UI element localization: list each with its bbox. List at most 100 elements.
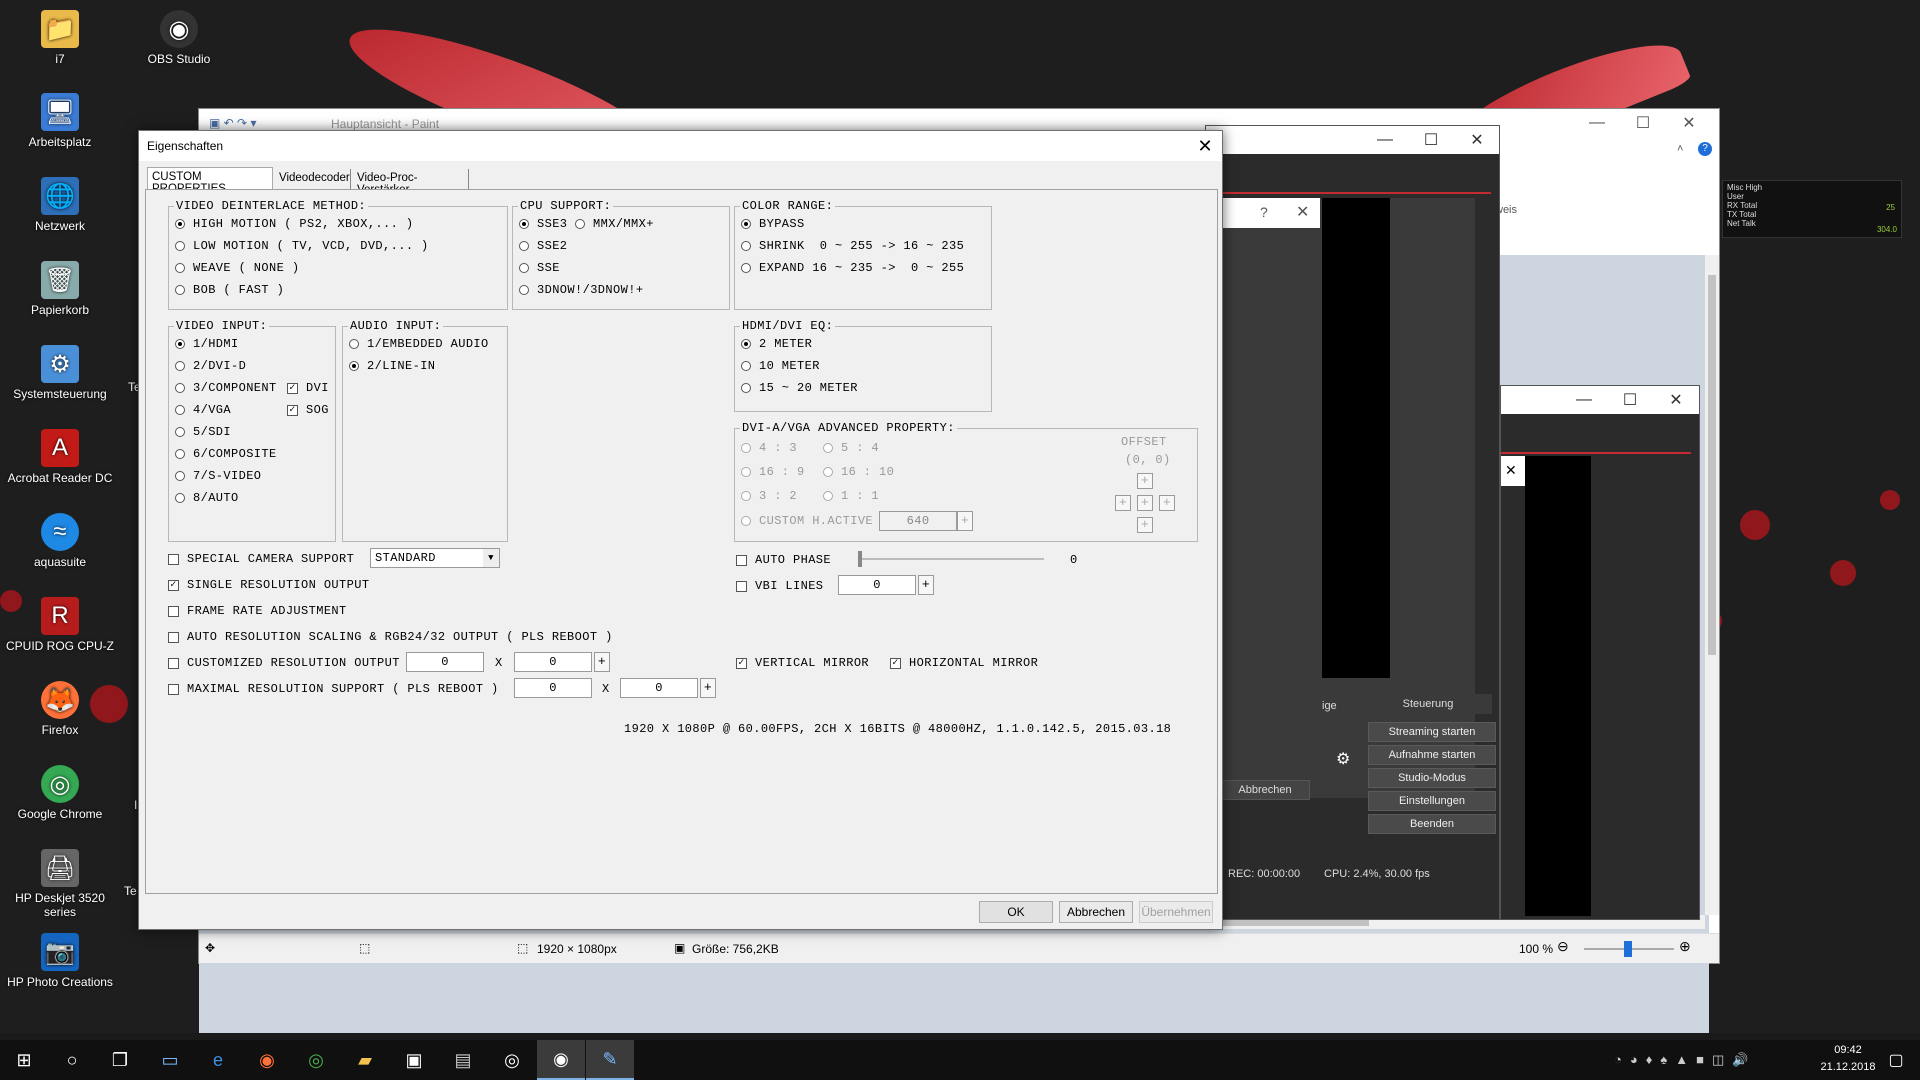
radio-10-meter[interactable]: 10 METER [741, 359, 820, 373]
tab-videodecoder[interactable]: Videodecoder [275, 169, 351, 189]
radio-sdi[interactable]: 5/SDI [175, 425, 231, 439]
auto-resolution-checkbox[interactable]: AUTO RESOLUTION SCALING & RGB24/32 OUTPU… [168, 630, 613, 644]
studio-mode-button[interactable]: Studio-Modus [1368, 768, 1496, 788]
maximize-icon[interactable]: ☐ [1408, 126, 1454, 154]
close-icon[interactable]: ✕ [1296, 202, 1309, 222]
chrome-icon[interactable]: ◎ [292, 1040, 340, 1080]
radio-line-in[interactable]: 2/LINE-IN [349, 359, 435, 373]
vbi-lines-input[interactable]: 0 [838, 575, 916, 595]
desktop-icon-arbeitsplatz[interactable]: 🖥 Arbeitsplatz [5, 93, 115, 149]
desktop-icon-chrome[interactable]: ◎ Google Chrome [5, 765, 115, 821]
radio-high-motion[interactable]: HIGH MOTION ( PS2, XBOX,... ) [175, 217, 413, 231]
desktop-icon-i7[interactable]: 📁 i7 [5, 10, 115, 66]
radio-component[interactable]: 3/COMPONENT [175, 381, 277, 395]
radio-3-2[interactable]: 3 : 2 [741, 489, 797, 503]
auto-phase-checkbox[interactable]: AUTO PHASE [736, 553, 831, 567]
tab-video-proc[interactable]: Video-Proc-Verstärker [353, 169, 469, 196]
edge-icon[interactable]: e [194, 1040, 242, 1080]
store-icon[interactable]: ▣ [390, 1040, 438, 1080]
clock-date[interactable]: 21.12.2018 [1818, 1061, 1878, 1073]
close-icon[interactable]: ✕ [1666, 109, 1712, 137]
special-camera-select[interactable]: STANDARD ▼ [370, 548, 500, 568]
desktop-icon-aquasuite[interactable]: ≈ aquasuite [5, 513, 115, 569]
save-icon[interactable]: ▣ ↶ ↷ ▾ [209, 116, 256, 130]
max-height-input[interactable]: 0 [620, 678, 698, 698]
windows-start-icon[interactable]: ⊞ [0, 1040, 48, 1080]
notifications-icon[interactable]: ▢ [1872, 1040, 1920, 1080]
radio-sse3[interactable]: SSE3 [519, 217, 567, 231]
radio-15-20-meter[interactable]: 15 ~ 20 METER [741, 381, 858, 395]
radio-shrink[interactable]: SHRINK 0 ~ 255 -> 16 ~ 235 [741, 239, 964, 253]
custom-height-input[interactable]: 0 [514, 652, 592, 672]
radio-s-video[interactable]: 7/S-VIDEO [175, 469, 261, 483]
offset-left-button[interactable]: + [1115, 495, 1131, 511]
radio-low-motion[interactable]: LOW MOTION ( TV, VCD, DVD,... ) [175, 239, 429, 253]
zoom-slider[interactable] [1584, 941, 1674, 957]
offset-down-button[interactable]: + [1137, 517, 1153, 533]
radio-bob[interactable]: BOB ( FAST ) [175, 283, 284, 297]
radio-16-10[interactable]: 16 : 10 [823, 465, 894, 479]
radio-4-3[interactable]: 4 : 3 [741, 441, 797, 455]
obs-window[interactable]: — ☐ ✕ ? ✕ ige Steuerung Streaming starte… [1205, 125, 1500, 920]
maximize-icon[interactable]: ☐ [1620, 109, 1666, 137]
plus-button[interactable]: + [918, 575, 934, 595]
radio-expand[interactable]: EXPAND 16 ~ 235 -> 0 ~ 255 [741, 261, 964, 275]
desktop-icon-obs[interactable]: ◉ OBS Studio [124, 10, 234, 66]
minimize-icon[interactable]: — [1362, 126, 1408, 154]
custom-h-active-input[interactable]: 640 [879, 511, 958, 531]
offset-right-button[interactable]: + [1159, 495, 1175, 511]
radio-3dnow[interactable]: 3DNOW!/3DNOW!+ [519, 283, 643, 297]
paint-taskbar-icon[interactable]: ✎ [586, 1040, 634, 1080]
radio-auto[interactable]: 8/AUTO [175, 491, 239, 505]
single-resolution-checkbox[interactable]: ✓ SINGLE RESOLUTION OUTPUT [168, 578, 369, 592]
desktop-icon-papierkorb[interactable]: 🗑 Papierkorb [5, 261, 115, 317]
radio-composite[interactable]: 6/COMPOSITE [175, 447, 277, 461]
special-camera-checkbox[interactable]: SPECIAL CAMERA SUPPORT [168, 552, 354, 566]
start-streaming-button[interactable]: Streaming starten [1368, 722, 1496, 742]
radio-mmx[interactable]: MMX/MMX+ [575, 217, 654, 231]
settings-button[interactable]: Einstellungen [1368, 791, 1496, 811]
minimize-icon[interactable]: — [1561, 386, 1607, 414]
start-recording-button[interactable]: Aufnahme starten [1368, 745, 1496, 765]
customized-resolution-checkbox[interactable]: CUSTOMIZED RESOLUTION OUTPUT [168, 656, 400, 670]
search-icon[interactable]: ○ [48, 1040, 96, 1080]
tray-icons[interactable]: ◔◕♦♠▲■◫🔊 [1614, 1052, 1756, 1068]
printer-icon[interactable]: ▤ [439, 1040, 487, 1080]
zoom-out-icon[interactable]: ⊖ [1557, 938, 1569, 955]
ok-button[interactable]: OK [979, 901, 1053, 923]
desktop-icon-acrobat[interactable]: A Acrobat Reader DC [5, 429, 115, 485]
vbi-lines-checkbox[interactable]: VBI LINES [736, 579, 823, 593]
plus-button[interactable]: + [594, 652, 610, 672]
plus-button[interactable]: + [957, 511, 974, 531]
desktop-icon-systemsteuerung[interactable]: ⚙ Systemsteuerung [5, 345, 115, 401]
folder-icon[interactable]: ▰ [341, 1040, 389, 1080]
gear-icon[interactable]: ⚙ [1336, 749, 1350, 769]
sog-checkbox[interactable]: ✓ SOG [287, 403, 329, 417]
cancel-button[interactable]: Abbrechen [1059, 901, 1133, 923]
radio-hdmi[interactable]: 1/HDMI [175, 337, 239, 351]
offset-center-button[interactable]: + [1137, 495, 1153, 511]
radio-16-9[interactable]: 16 : 9 [741, 465, 805, 479]
radio-weave[interactable]: WEAVE ( NONE ) [175, 261, 299, 275]
obs-taskbar-icon[interactable]: ◉ [537, 1040, 585, 1080]
radio-bypass[interactable]: BYPASS [741, 217, 805, 231]
close-icon[interactable]: ✕ [1454, 126, 1500, 154]
task-view-icon[interactable]: ❐ [96, 1040, 144, 1080]
desktop-icon-netzwerk[interactable]: 🌐 Netzwerk [5, 177, 115, 233]
help-icon[interactable]: ? [1698, 142, 1712, 156]
custom-width-input[interactable]: 0 [406, 652, 484, 672]
minimize-icon[interactable]: — [1574, 109, 1620, 137]
cancel-button[interactable]: Abbrechen [1220, 780, 1310, 800]
plus-button[interactable]: + [700, 678, 716, 698]
firefox-icon[interactable]: ◉ [243, 1040, 291, 1080]
radio-vga[interactable]: 4/VGA [175, 403, 231, 417]
obs-window-2[interactable]: — ☐ ✕ ✕ [1500, 385, 1700, 920]
close-icon[interactable]: ✕ [1653, 386, 1699, 414]
vertical-mirror-checkbox[interactable]: ✓ VERTICAL MIRROR [736, 656, 869, 670]
maximal-resolution-checkbox[interactable]: MAXIMAL RESOLUTION SUPPORT ( PLS REBOOT … [168, 682, 499, 696]
close-icon[interactable]: ✕ [1501, 456, 1525, 486]
radio-sse2[interactable]: SSE2 [519, 239, 567, 253]
desktop-icon-cpuz[interactable]: R CPUID ROG CPU-Z [5, 597, 115, 653]
properties-dialog[interactable]: Eigenschaften ✕ CUSTOM PROPERTIES Videod… [138, 130, 1223, 930]
offset-up-button[interactable]: + [1137, 473, 1153, 489]
